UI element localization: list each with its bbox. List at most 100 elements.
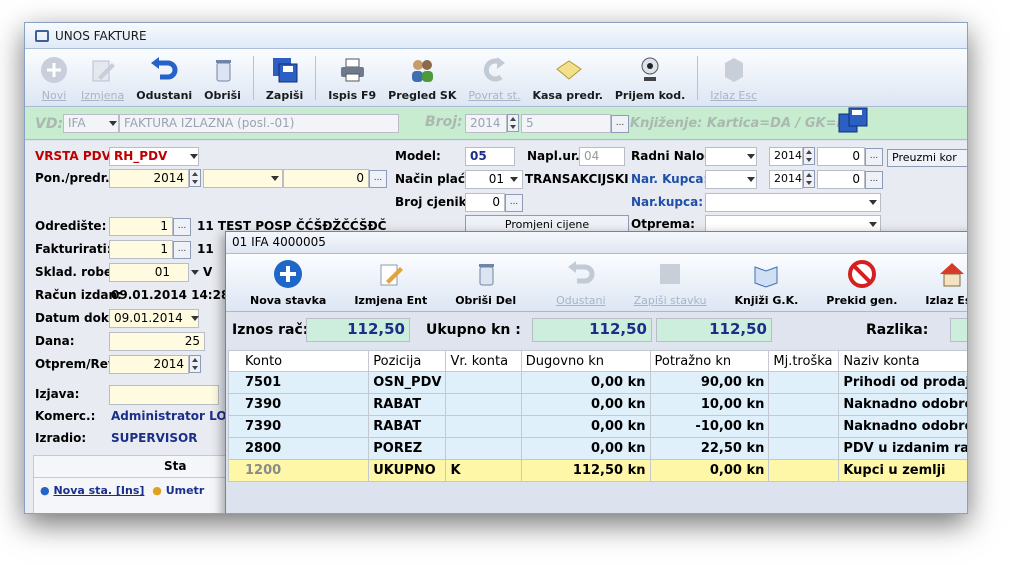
- cell-vr[interactable]: K: [445, 459, 522, 482]
- save-item-button[interactable]: Zapiši stavku: [620, 255, 721, 311]
- cell-vr[interactable]: [445, 371, 522, 394]
- browse-button[interactable]: ...: [865, 148, 883, 166]
- pon-year-field[interactable]: 2014: [109, 169, 189, 188]
- exit-button[interactable]: Izlaz Esc: [911, 255, 967, 311]
- broj-number-field[interactable]: 5: [521, 114, 611, 133]
- cell-dug[interactable]: 0,00 kn: [520, 371, 651, 394]
- column-header[interactable]: Mj.troška: [768, 350, 840, 372]
- cell-pozicija[interactable]: UKUPNO: [368, 459, 447, 482]
- return-button[interactable]: Povrat st.: [462, 52, 526, 106]
- odrediste-number-field[interactable]: 1: [109, 217, 173, 236]
- year-spinner[interactable]: [507, 114, 519, 132]
- cell-mj[interactable]: [768, 415, 840, 438]
- cell-naziv[interactable]: Naknadno odobre: [838, 393, 967, 416]
- table-row[interactable]: 2800 POREZ 0,00 kn 22,50 kn PDV u izdanim ra…: [227, 437, 967, 460]
- save-button[interactable]: Zapiši: [260, 52, 309, 106]
- column-header[interactable]: Konto: [227, 350, 370, 372]
- cash-button[interactable]: Kasa predr.: [526, 52, 608, 106]
- cell-mj[interactable]: [768, 371, 840, 394]
- overview-sk-button[interactable]: Pregled SK: [382, 52, 462, 106]
- cell-vr[interactable]: [445, 393, 522, 416]
- cell-pot[interactable]: 22,50 kn: [649, 437, 770, 460]
- post-gk-button[interactable]: Knjiži G.K.: [720, 255, 812, 311]
- datum-field[interactable]: 09.01.2014: [109, 309, 199, 328]
- otprem-field[interactable]: 2014: [109, 355, 189, 374]
- narkupca2-select[interactable]: [705, 193, 881, 212]
- narkupca-year-field[interactable]: 2014: [769, 170, 803, 189]
- cell-pozicija[interactable]: RABAT: [368, 393, 447, 416]
- cell-konto[interactable]: 7390: [227, 393, 370, 416]
- table-row[interactable]: 7390 RABAT 0,00 kn 10,00 kn Naknadno odobre: [227, 393, 967, 416]
- preuzmi-button[interactable]: Preuzmi kor: [887, 149, 967, 167]
- browse-button[interactable]: ...: [505, 194, 523, 212]
- delete-button[interactable]: Obriši: [198, 52, 247, 106]
- new-item-button[interactable]: Nova stavka: [236, 255, 340, 311]
- edit-entry-button[interactable]: Izmjena Ent: [340, 255, 441, 311]
- narkupca-number-field[interactable]: 0: [817, 170, 865, 189]
- cell-konto[interactable]: 2800: [227, 437, 370, 460]
- year-spinner[interactable]: [189, 169, 201, 187]
- browse-button[interactable]: ...: [865, 171, 883, 189]
- year-spinner[interactable]: [803, 170, 815, 188]
- browse-button[interactable]: ...: [173, 218, 191, 236]
- edit-button[interactable]: Izmjena: [75, 52, 130, 106]
- pon-number-field[interactable]: 0: [283, 169, 369, 188]
- cell-pozicija[interactable]: OSN_PDV: [368, 371, 447, 394]
- save-all-icon[interactable]: [837, 106, 871, 138]
- fakturirati-number-field[interactable]: 1: [109, 240, 173, 259]
- cell-pozicija[interactable]: POREZ: [368, 437, 447, 460]
- cjenik-field[interactable]: 0: [465, 193, 505, 212]
- column-header[interactable]: Naziv konta: [838, 350, 967, 372]
- cell-pozicija[interactable]: RABAT: [368, 415, 447, 438]
- cell-dug[interactable]: 112,50 kn: [520, 459, 651, 482]
- delete-entry-button[interactable]: Obriši Del: [441, 255, 530, 311]
- column-header[interactable]: Pozicija: [368, 350, 447, 372]
- table-row[interactable]: 1200 UKUPNO K 112,50 kn 0,00 kn Kupci u zemlj…: [227, 459, 967, 482]
- insert-button[interactable]: Umetr: [166, 484, 205, 497]
- naplur-field[interactable]: 04: [579, 147, 625, 166]
- exit-button[interactable]: Izlaz Esc: [704, 52, 763, 106]
- browse-button[interactable]: ...: [369, 170, 387, 188]
- cell-dug[interactable]: 0,00 kn: [520, 393, 651, 416]
- browse-button[interactable]: ...: [611, 115, 629, 133]
- cell-naziv[interactable]: Kupci u zemlji: [838, 459, 967, 482]
- model-field[interactable]: 05: [465, 147, 515, 166]
- table-row[interactable]: 7501 OSN_PDV 0,00 kn 90,00 kn Prihodi od pro…: [227, 371, 967, 394]
- cell-vr[interactable]: [445, 415, 522, 438]
- izjava-field[interactable]: [109, 385, 219, 405]
- cell-mj[interactable]: [768, 459, 840, 482]
- cell-pot[interactable]: 10,00 kn: [649, 393, 770, 416]
- cell-mj[interactable]: [768, 437, 840, 460]
- cell-naziv[interactable]: Naknadno odobre: [838, 415, 967, 438]
- cell-pot[interactable]: 90,00 kn: [649, 371, 770, 394]
- items-tab[interactable]: Sta: [34, 456, 228, 478]
- cell-konto[interactable]: 1200: [227, 459, 370, 482]
- year-spinner[interactable]: [803, 147, 815, 165]
- cell-naziv[interactable]: Prihodi od prodaje: [838, 371, 967, 394]
- column-header[interactable]: Dugovno kn: [520, 350, 651, 372]
- receive-code-button[interactable]: Prijem kod.: [609, 52, 691, 106]
- browse-button[interactable]: ...: [173, 241, 191, 259]
- cancel-button[interactable]: Odustani: [542, 255, 619, 311]
- radni-year-field[interactable]: 2014: [769, 147, 803, 166]
- sklad-select[interactable]: 01: [109, 263, 189, 282]
- cell-konto[interactable]: 7501: [227, 371, 370, 394]
- print-button[interactable]: Ispis F9: [322, 52, 382, 106]
- year-spinner[interactable]: [189, 355, 201, 373]
- cell-mj[interactable]: [768, 393, 840, 416]
- cancel-button[interactable]: Odustani: [130, 52, 198, 106]
- stop-generation-button[interactable]: Prekid gen.: [812, 255, 911, 311]
- cell-dug[interactable]: 0,00 kn: [520, 437, 651, 460]
- vrsta-pdv-select[interactable]: RH_PDV: [109, 147, 199, 166]
- new-button[interactable]: Novi: [33, 52, 75, 106]
- broj-year-field[interactable]: 2014: [465, 114, 507, 133]
- cell-pot[interactable]: 0,00 kn: [649, 459, 770, 482]
- cell-vr[interactable]: [445, 437, 522, 460]
- cell-konto[interactable]: 7390: [227, 415, 370, 438]
- column-header[interactable]: Vr. konta: [445, 350, 522, 372]
- new-item-button[interactable]: Nova sta. [Ins]: [53, 484, 144, 497]
- table-row[interactable]: 7390 RABAT 0,00 kn -10,00 kn Naknadno odobre: [227, 415, 967, 438]
- cell-pot[interactable]: -10,00 kn: [649, 415, 770, 438]
- cell-naziv[interactable]: PDV u izdanim rač: [838, 437, 967, 460]
- column-header[interactable]: Potražno kn: [649, 350, 770, 372]
